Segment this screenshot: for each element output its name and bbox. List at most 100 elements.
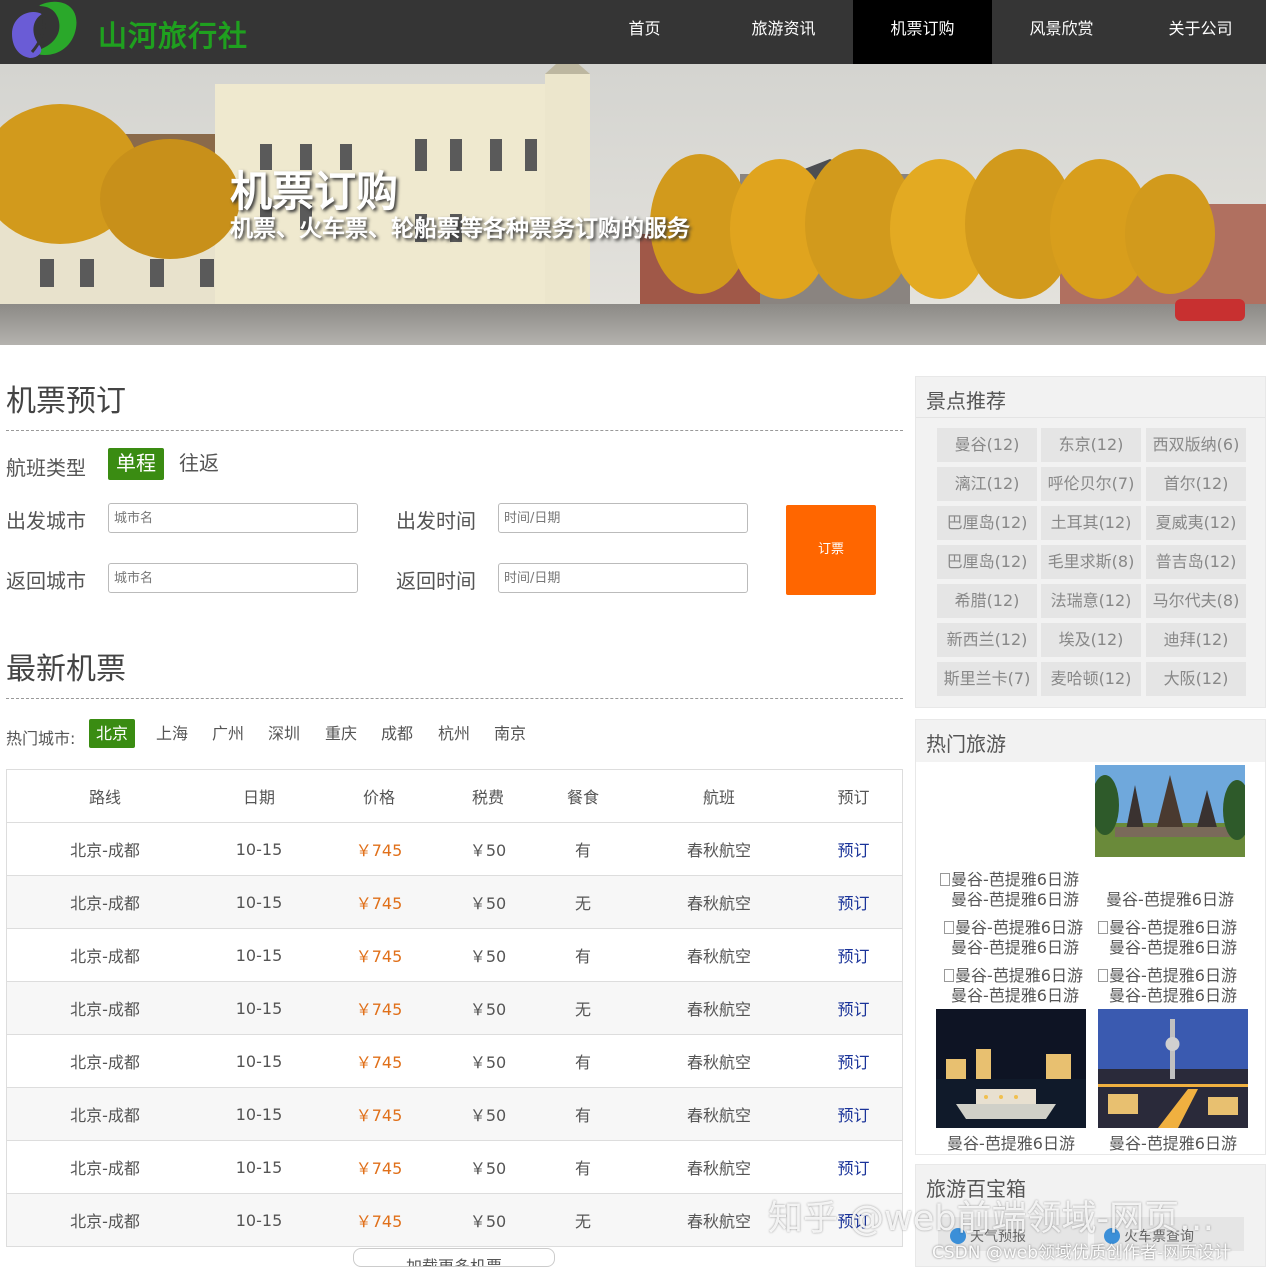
- nav-about[interactable]: 关于公司: [1131, 0, 1266, 64]
- booking-title: 机票预订: [6, 384, 126, 419]
- top-navbar: 山河旅行社 首页 旅游资讯 机票订购 风景欣赏 关于公司: [0, 0, 1266, 64]
- cell-tax: ￥50: [469, 947, 507, 966]
- divider: [916, 417, 1265, 418]
- spot-tag[interactable]: 漓江(12): [937, 467, 1037, 501]
- spot-tag[interactable]: 夏威夷(12): [1146, 506, 1246, 540]
- cell-meal: 有: [574, 841, 591, 860]
- cell-date: 10-15: [235, 839, 283, 859]
- spot-tag[interactable]: 普吉岛(12): [1146, 545, 1246, 579]
- cell-meal: 无: [574, 1212, 591, 1231]
- cell-tax: ￥50: [469, 1000, 507, 1019]
- city-filter-shanghai[interactable]: 上海: [149, 719, 195, 748]
- tickets-table: 路线 日期 价格 税费 餐食 航班 预订 北京-成都 10-15 ￥745 ￥5…: [6, 769, 903, 1247]
- book-link[interactable]: 预订: [805, 996, 902, 1020]
- depart-time-input[interactable]: [498, 503, 748, 533]
- depart-time-label: 出发时间: [396, 509, 476, 533]
- return-time-input[interactable]: [498, 563, 748, 593]
- one-way-option[interactable]: 单程: [108, 448, 164, 480]
- spot-tag[interactable]: 土耳其(12): [1041, 506, 1141, 540]
- tour-caption[interactable]: 曼谷-芭提雅6日游: [1098, 934, 1248, 958]
- broken-image-icon: [1098, 969, 1108, 982]
- nav-ticket-booking[interactable]: 机票订购: [853, 0, 992, 64]
- cell-date: 10-15: [235, 945, 283, 965]
- spot-tag[interactable]: 斯里兰卡(7): [937, 662, 1037, 696]
- cell-tax: ￥50: [469, 1106, 507, 1125]
- spot-tag[interactable]: 首尔(12): [1146, 467, 1246, 501]
- csdn-watermark: CSDN @web领域优质创作者-网页设计: [932, 1243, 1232, 1263]
- cell-tax: ￥50: [469, 841, 507, 860]
- cell-price: ￥745: [355, 947, 403, 966]
- tour-caption[interactable]: 曼谷-芭提雅6日游: [1095, 886, 1245, 910]
- cell-meal: 有: [574, 1159, 591, 1178]
- header-price: 价格: [362, 788, 395, 807]
- cell-meal: 无: [574, 1000, 591, 1019]
- brand-name[interactable]: 山河旅行社: [98, 13, 248, 55]
- tour-caption[interactable]: 曼谷-芭提雅6日游: [940, 982, 1090, 1006]
- tour-caption[interactable]: 曼谷-芭提雅6日游: [940, 934, 1090, 958]
- book-link[interactable]: 预订: [805, 1155, 902, 1179]
- cell-price: ￥745: [355, 1000, 403, 1019]
- return-city-input[interactable]: [108, 563, 358, 593]
- cell-price: ￥745: [355, 1106, 403, 1125]
- divider: [6, 698, 903, 699]
- spot-tag[interactable]: 埃及(12): [1041, 623, 1141, 657]
- spot-tag[interactable]: 东京(12): [1041, 428, 1141, 462]
- city-filter-nanjing[interactable]: 南京: [487, 719, 533, 748]
- nav-home[interactable]: 首页: [575, 0, 714, 64]
- load-more-button[interactable]: 加载更多机票: [353, 1248, 555, 1267]
- depart-city-input[interactable]: [108, 503, 358, 533]
- tour-image[interactable]: [1095, 765, 1245, 857]
- tour-image[interactable]: [1098, 1009, 1248, 1128]
- tour-caption[interactable]: 曼谷-芭提雅6日游: [1098, 1130, 1248, 1154]
- cell-price: ￥745: [355, 894, 403, 913]
- cell-airline: 春秋航空: [686, 1159, 751, 1178]
- city-filter-guangzhou[interactable]: 广州: [205, 719, 251, 748]
- book-link[interactable]: 预订: [805, 1049, 902, 1073]
- book-link[interactable]: 预订: [805, 837, 902, 861]
- book-link[interactable]: 预订: [805, 1102, 902, 1126]
- spot-tag[interactable]: 大阪(12): [1146, 662, 1246, 696]
- spot-tag[interactable]: 巴厘岛(12): [937, 545, 1037, 579]
- tour-caption[interactable]: 曼谷-芭提雅6日游: [936, 1130, 1086, 1154]
- hero-banner: 机票订购 机票、火车票、轮船票等各种票务订购的服务: [0, 64, 1266, 345]
- spot-tag[interactable]: 西双版纳(6): [1146, 428, 1246, 462]
- spot-tag[interactable]: 呼伦贝尔(7): [1041, 467, 1141, 501]
- spot-tag[interactable]: 希腊(12): [937, 584, 1037, 618]
- city-filter-chongqing[interactable]: 重庆: [318, 719, 364, 748]
- cell-route: 北京-成都: [70, 894, 140, 913]
- table-row: 北京-成都 10-15 ￥745 ￥50 有 春秋航空 预订: [7, 1088, 902, 1141]
- spot-tag[interactable]: 曼谷(12): [937, 428, 1037, 462]
- city-filter-beijing[interactable]: 北京: [89, 719, 136, 748]
- leaf-logo-icon[interactable]: [8, 0, 78, 60]
- cell-airline: 春秋航空: [686, 1106, 751, 1125]
- tour-image[interactable]: [936, 1009, 1086, 1128]
- book-ticket-button[interactable]: 订票: [786, 505, 876, 595]
- nav-travel-news[interactable]: 旅游资讯: [714, 0, 853, 64]
- return-time-label: 返回时间: [396, 569, 476, 593]
- tour-caption[interactable]: 曼谷-芭提雅6日游: [1098, 982, 1248, 1006]
- round-trip-option[interactable]: 往返: [171, 448, 227, 480]
- spot-tag[interactable]: 迪拜(12): [1146, 623, 1246, 657]
- cell-tax: ￥50: [469, 1159, 507, 1178]
- header-meal: 餐食: [566, 788, 599, 807]
- table-row: 北京-成都 10-15 ￥745 ￥50 有 春秋航空 预订: [7, 1035, 902, 1088]
- tour-caption[interactable]: 曼谷-芭提雅6日游: [940, 886, 1090, 910]
- broken-image-icon: [944, 921, 954, 934]
- spot-tag[interactable]: 法瑞意(12): [1041, 584, 1141, 618]
- table-row: 北京-成都 10-15 ￥745 ￥50 有 春秋航空 预订: [7, 1141, 902, 1194]
- cell-date: 10-15: [235, 998, 283, 1018]
- spot-tag[interactable]: 麦哈顿(12): [1041, 662, 1141, 696]
- spot-tag[interactable]: 马尔代夫(8): [1146, 584, 1246, 618]
- spot-tag[interactable]: 巴厘岛(12): [937, 506, 1037, 540]
- city-filter-shenzhen[interactable]: 深圳: [261, 719, 307, 748]
- city-filter-chengdu[interactable]: 成都: [374, 719, 420, 748]
- city-filter-hangzhou[interactable]: 杭州: [431, 719, 477, 748]
- spots-title: 景点推荐: [926, 389, 1006, 413]
- header-tax: 税费: [471, 788, 504, 807]
- book-link[interactable]: 预订: [805, 890, 902, 914]
- book-link[interactable]: 预订: [805, 943, 902, 967]
- nav-scenery[interactable]: 风景欣赏: [992, 0, 1131, 64]
- spot-tag[interactable]: 新西兰(12): [937, 623, 1037, 657]
- cell-route: 北京-成都: [70, 1106, 140, 1125]
- spot-tag[interactable]: 毛里求斯(8): [1041, 545, 1141, 579]
